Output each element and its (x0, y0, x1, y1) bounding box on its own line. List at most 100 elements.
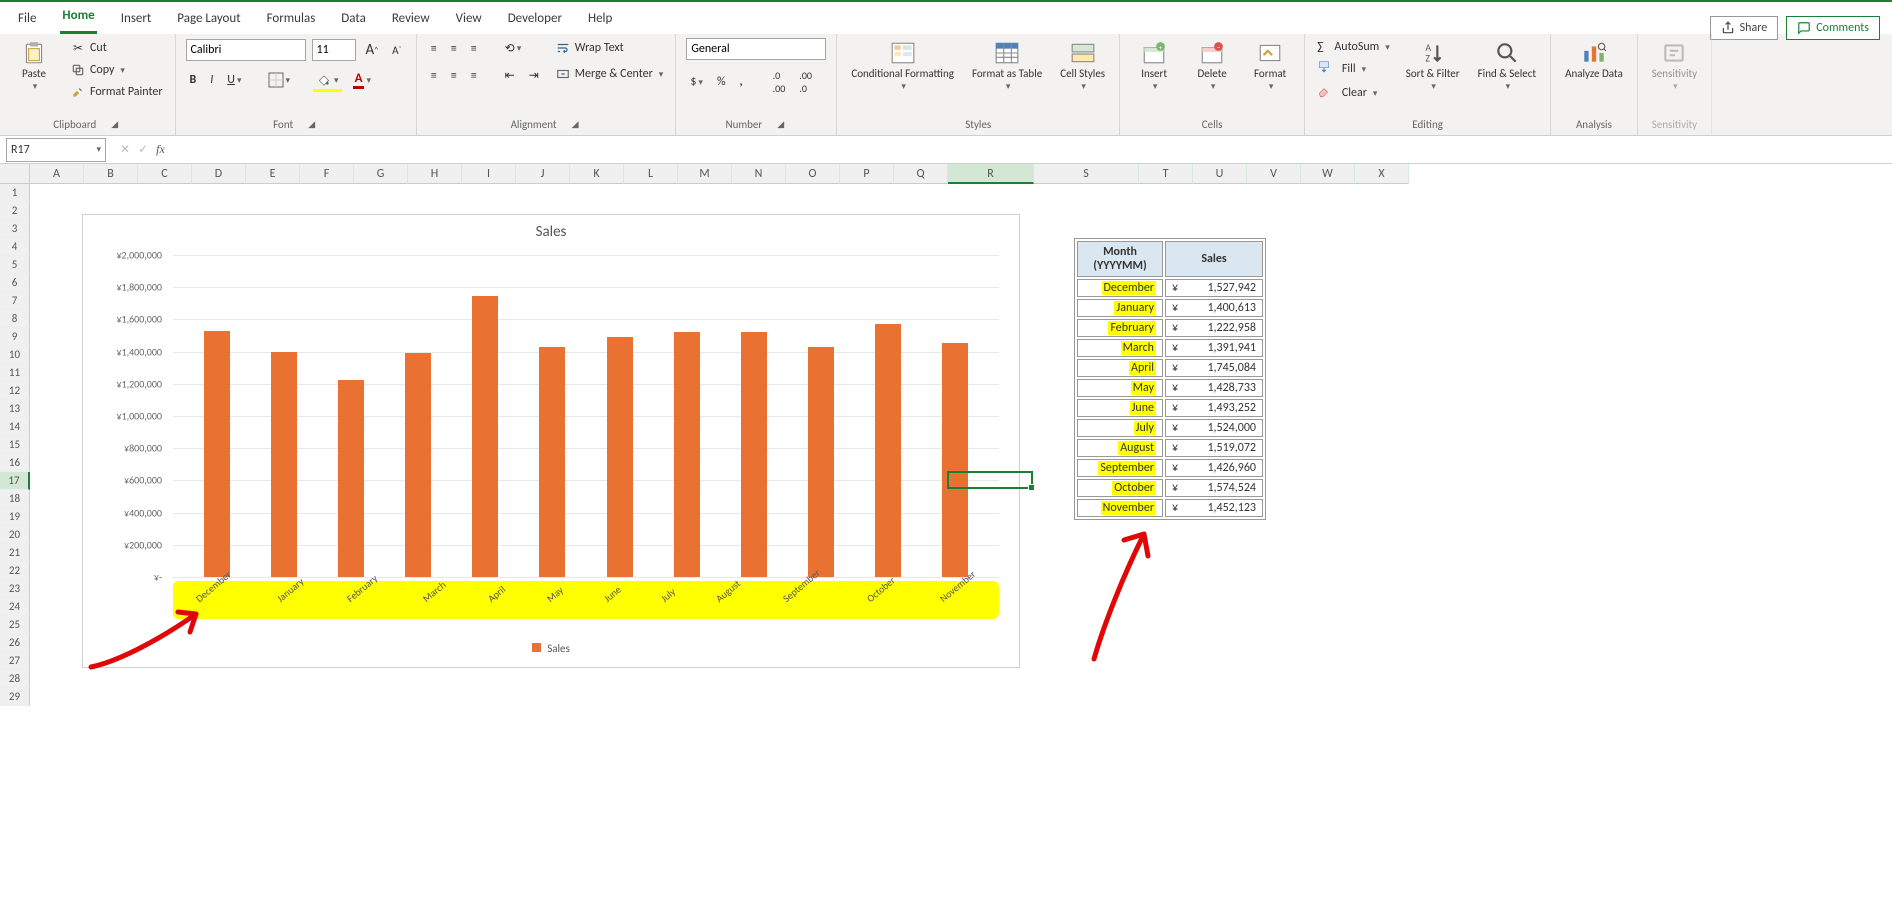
row-header[interactable]: 20 (0, 526, 30, 544)
tab-insert[interactable]: Insert (119, 5, 154, 34)
sales-data-table[interactable]: Month (YYYYMM) Sales December1,527,942Ja… (1074, 238, 1266, 520)
font-color-button[interactable]: A▾ (349, 68, 375, 92)
align-right-button[interactable]: ≡ (467, 66, 481, 86)
cell-month[interactable]: November (1077, 499, 1163, 517)
decrease-font-button[interactable]: Aˇ (388, 41, 406, 60)
row-header[interactable]: 11 (0, 364, 30, 382)
column-header[interactable]: M (678, 164, 732, 184)
align-left-button[interactable]: ≡ (427, 66, 441, 86)
cancel-formula-icon[interactable]: ✕ (120, 142, 130, 157)
row-header[interactable]: 25 (0, 616, 30, 634)
dialog-launcher-icon[interactable]: ◢ (305, 118, 318, 131)
row-header[interactable]: 12 (0, 382, 30, 400)
column-header[interactable]: A (30, 164, 84, 184)
row-header[interactable]: 24 (0, 598, 30, 616)
cell-month[interactable]: April (1077, 359, 1163, 377)
table-row[interactable]: July1,524,000 (1077, 419, 1263, 437)
chart-bar[interactable] (741, 332, 767, 577)
format-cells-button[interactable]: Format▾ (1246, 38, 1294, 94)
cell-sales[interactable]: 1,524,000 (1165, 419, 1263, 437)
align-middle-button[interactable]: ≡ (447, 39, 461, 59)
dialog-launcher-icon[interactable]: ◢ (108, 118, 121, 131)
cell-month[interactable]: October (1077, 479, 1163, 497)
align-top-button[interactable]: ≡ (427, 39, 441, 59)
row-header[interactable]: 18 (0, 490, 30, 508)
align-bottom-button[interactable]: ≡ (467, 39, 481, 59)
table-row[interactable]: September1,426,960 (1077, 459, 1263, 477)
delete-cells-button[interactable]: −Delete▾ (1188, 38, 1236, 94)
tab-home[interactable]: Home (60, 2, 96, 34)
cell-month[interactable]: July (1077, 419, 1163, 437)
autosum-button[interactable]: ∑ AutoSum▾ (1315, 38, 1392, 56)
tab-developer[interactable]: Developer (506, 5, 564, 34)
cell-month[interactable]: August (1077, 439, 1163, 457)
tab-help[interactable]: Help (586, 5, 614, 34)
cell-sales[interactable]: 1,426,960 (1165, 459, 1263, 477)
fill-button[interactable]: Fill▾ (1315, 58, 1392, 80)
name-box[interactable]: R17▾ (6, 138, 106, 162)
decrease-decimal-button[interactable]: .00.0 (795, 66, 816, 98)
increase-indent-button[interactable]: ⇥ (525, 65, 543, 86)
column-header[interactable]: E (246, 164, 300, 184)
worksheet-grid[interactable]: ABCDEFGHIJKLMNOPQRSTUVWX 123456789101112… (0, 164, 1892, 923)
chart-bar[interactable] (875, 324, 901, 577)
table-row[interactable]: March1,391,941 (1077, 339, 1263, 357)
row-header[interactable]: 19 (0, 508, 30, 526)
column-header[interactable]: H (408, 164, 462, 184)
row-header[interactable]: 27 (0, 652, 30, 670)
cell-month[interactable]: December (1077, 279, 1163, 297)
orientation-button[interactable]: ⟲▾ (501, 38, 526, 59)
decrease-indent-button[interactable]: ⇤ (501, 65, 519, 86)
chart-bar[interactable] (607, 337, 633, 577)
row-header[interactable]: 3 (0, 220, 30, 238)
row-header[interactable]: 13 (0, 400, 30, 418)
column-header[interactable]: B (84, 164, 138, 184)
row-header[interactable]: 26 (0, 634, 30, 652)
column-header[interactable]: O (786, 164, 840, 184)
column-header[interactable]: P (840, 164, 894, 184)
chart-bar[interactable] (808, 347, 834, 577)
table-row[interactable]: June1,493,252 (1077, 399, 1263, 417)
select-all-corner[interactable] (0, 164, 30, 184)
font-size-select[interactable] (312, 39, 356, 61)
tab-file[interactable]: File (16, 5, 38, 34)
column-header[interactable]: U (1193, 164, 1247, 184)
table-row[interactable]: August1,519,072 (1077, 439, 1263, 457)
clear-button[interactable]: Clear▾ (1315, 82, 1392, 104)
cell-month[interactable]: May (1077, 379, 1163, 397)
tab-formulas[interactable]: Formulas (265, 5, 318, 34)
number-format-select[interactable] (686, 38, 826, 60)
cell-month[interactable]: January (1077, 299, 1163, 317)
increase-font-button[interactable]: A^ (362, 38, 383, 62)
table-row[interactable]: December1,527,942 (1077, 279, 1263, 297)
column-header[interactable]: D (192, 164, 246, 184)
tab-data[interactable]: Data (339, 5, 368, 34)
comments-button[interactable]: Comments (1786, 16, 1880, 40)
row-header[interactable]: 7 (0, 292, 30, 310)
row-header[interactable]: 4 (0, 238, 30, 256)
table-row[interactable]: April1,745,084 (1077, 359, 1263, 377)
row-header[interactable]: 9 (0, 328, 30, 346)
column-header[interactable]: G (354, 164, 408, 184)
format-painter-button[interactable]: Format Painter (68, 82, 165, 102)
format-as-table-button[interactable]: Format as Table▾ (968, 38, 1046, 94)
column-header[interactable]: I (462, 164, 516, 184)
chart-bar[interactable] (204, 331, 230, 577)
cell-sales[interactable]: 1,222,958 (1165, 319, 1263, 337)
font-name-select[interactable] (186, 39, 306, 61)
table-row[interactable]: November1,452,123 (1077, 499, 1263, 517)
cell-sales[interactable]: 1,519,072 (1165, 439, 1263, 457)
table-row[interactable]: October1,574,524 (1077, 479, 1263, 497)
borders-button[interactable]: ▾ (264, 69, 295, 91)
column-header[interactable]: T (1139, 164, 1193, 184)
bold-button[interactable]: B (186, 70, 201, 90)
percent-button[interactable]: % (713, 72, 730, 92)
cell-sales[interactable]: 1,452,123 (1165, 499, 1263, 517)
row-header[interactable]: 1 (0, 184, 30, 202)
row-header[interactable]: 16 (0, 454, 30, 472)
cell-sales[interactable]: 1,745,084 (1165, 359, 1263, 377)
column-header[interactable]: W (1301, 164, 1355, 184)
cell-sales[interactable]: 1,493,252 (1165, 399, 1263, 417)
column-header[interactable]: X (1355, 164, 1409, 184)
column-header[interactable]: C (138, 164, 192, 184)
